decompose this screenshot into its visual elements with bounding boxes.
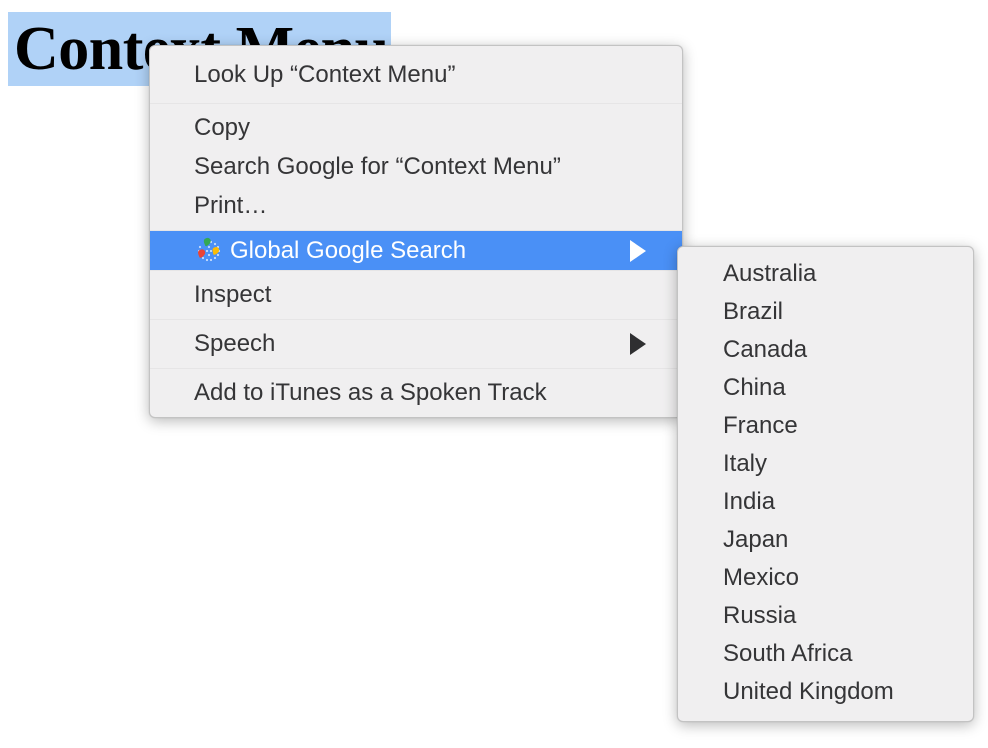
submenu-item-united-kingdom[interactable]: United Kingdom [678, 673, 973, 711]
context-menu: Look Up “Context Menu” Copy Search Googl… [149, 45, 683, 418]
submenu-item-label: Brazil [723, 298, 784, 325]
menu-item-add-to-itunes[interactable]: Add to iTunes as a Spoken Track [150, 373, 682, 412]
menu-item-copy[interactable]: Copy [150, 108, 682, 147]
menu-item-label: Look Up “Context Menu” [194, 60, 456, 88]
submenu-item-mexico[interactable]: Mexico [678, 559, 973, 597]
submenu-item-label: Russia [723, 602, 797, 629]
global-google-search-submenu: Australia Brazil Canada China France Ita… [677, 246, 974, 722]
submenu-item-australia[interactable]: Australia [678, 255, 973, 293]
menu-section-edit: Copy Search Google for “Context Menu” Pr… [150, 104, 682, 230]
submenu-item-japan[interactable]: Japan [678, 521, 973, 559]
chevron-right-icon [630, 332, 646, 355]
menu-section-global-search: Global Google Search [150, 231, 682, 270]
menu-item-inspect[interactable]: Inspect [150, 275, 682, 314]
submenu-item-brazil[interactable]: Brazil [678, 293, 973, 331]
menu-item-speech[interactable]: Speech [150, 324, 682, 363]
menu-item-label: Speech [194, 329, 276, 357]
submenu-item-label: Japan [723, 526, 789, 553]
menu-section-itunes: Add to iTunes as a Spoken Track [150, 369, 682, 417]
submenu-item-france[interactable]: France [678, 407, 973, 445]
submenu-item-italy[interactable]: Italy [678, 445, 973, 483]
submenu-item-china[interactable]: China [678, 369, 973, 407]
submenu-item-label: United Kingdom [723, 678, 894, 705]
menu-section-speech: Speech [150, 320, 682, 368]
submenu-item-canada[interactable]: Canada [678, 331, 973, 369]
menu-item-label: Add to iTunes as a Spoken Track [194, 378, 547, 406]
menu-item-label: Inspect [194, 280, 272, 308]
submenu-item-india[interactable]: India [678, 483, 973, 521]
chevron-right-icon [630, 239, 646, 262]
submenu-item-label: Canada [723, 336, 808, 363]
menu-item-label: Print… [194, 191, 268, 219]
submenu-item-label: Mexico [723, 564, 800, 591]
menu-item-look-up[interactable]: Look Up “Context Menu” [150, 55, 682, 94]
menu-item-search-google[interactable]: Search Google for “Context Menu” [150, 147, 682, 186]
submenu-item-label: South Africa [723, 640, 853, 667]
menu-item-print[interactable]: Print… [150, 186, 682, 225]
menu-item-label: Search Google for “Context Menu” [194, 152, 561, 180]
submenu-item-south-africa[interactable]: South Africa [678, 635, 973, 673]
menu-item-label: Global Google Search [230, 236, 467, 264]
submenu-item-label: Italy [723, 450, 768, 477]
menu-item-global-google-search[interactable]: Global Google Search [150, 231, 682, 270]
menu-section-lookup: Look Up “Context Menu” [150, 46, 682, 103]
submenu-item-label: Australia [723, 260, 817, 287]
submenu-item-russia[interactable]: Russia [678, 597, 973, 635]
menu-item-label: Copy [194, 113, 251, 141]
submenu-item-label: China [723, 374, 786, 401]
submenu-item-label: India [723, 488, 776, 515]
global-google-search-icon [194, 237, 224, 265]
submenu-item-label: France [723, 412, 798, 439]
menu-section-inspect: Inspect [150, 271, 682, 319]
